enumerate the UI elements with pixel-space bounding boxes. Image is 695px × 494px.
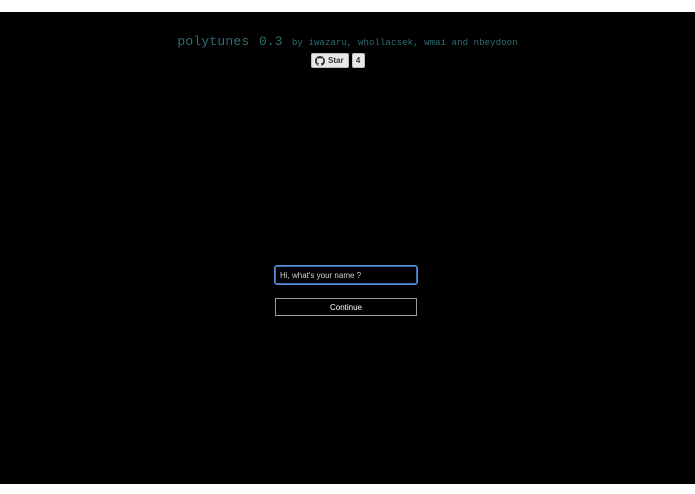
- app-version: 0.3: [259, 34, 283, 49]
- app-canvas: polytunes 0.3 by iwazaru, whollacsek, wm…: [0, 12, 695, 484]
- app-byline: by iwazaru, whollacsek, wmai and nbeydoo…: [292, 38, 518, 48]
- name-input[interactable]: [274, 265, 418, 285]
- app-title: polytunes: [177, 34, 250, 49]
- app-header: polytunes 0.3 by iwazaru, whollacsek, wm…: [0, 32, 695, 50]
- bottom-frame-strip: [0, 484, 695, 494]
- github-star-widget: Star 4: [311, 53, 365, 68]
- continue-button[interactable]: Continue: [275, 298, 417, 316]
- github-star-count[interactable]: 4: [351, 53, 365, 68]
- github-star-label: Star: [328, 55, 344, 65]
- top-frame-strip: [0, 0, 695, 12]
- github-star-button[interactable]: Star: [311, 53, 349, 68]
- github-octocat-icon: [315, 55, 325, 66]
